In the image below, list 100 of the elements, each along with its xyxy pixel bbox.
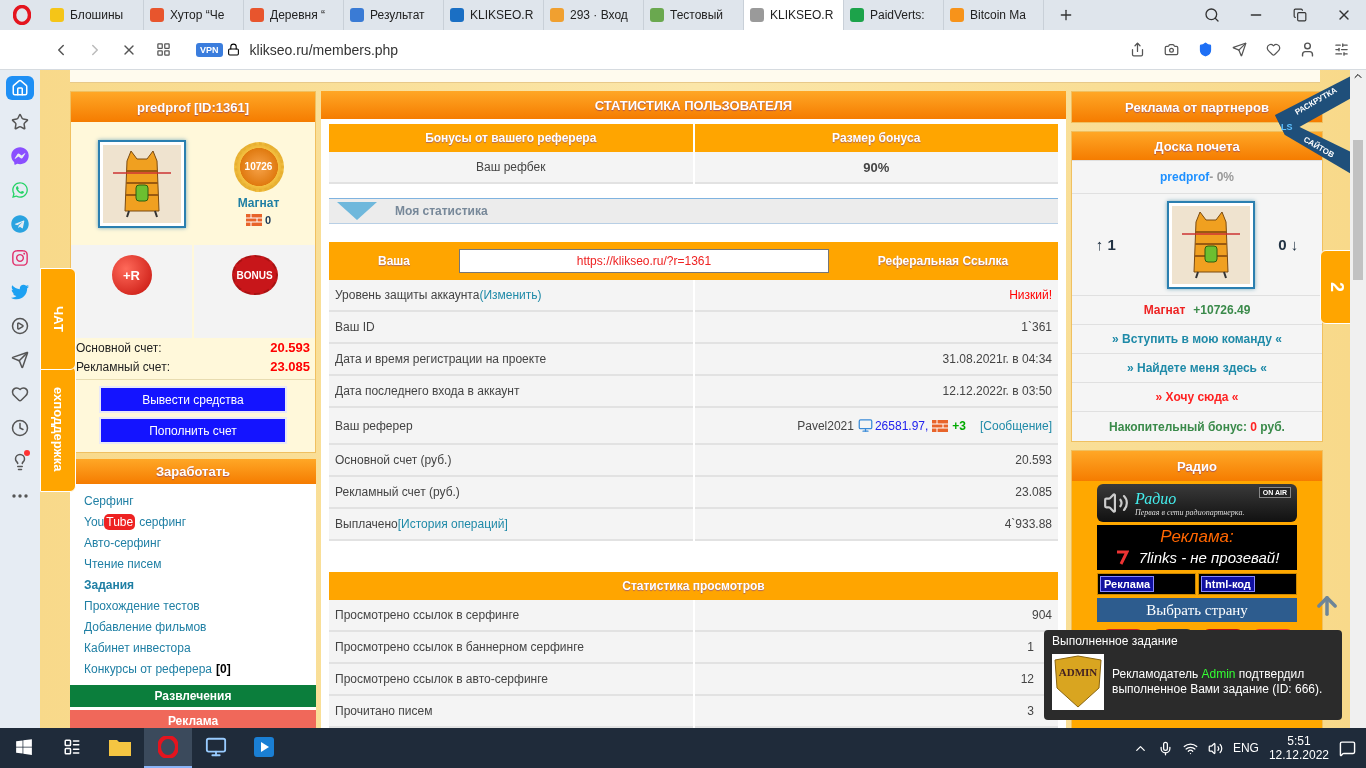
honor-score: +10726.49 xyxy=(1193,303,1251,317)
rating-medal: 10726 xyxy=(233,141,284,192)
menu-link[interactable]: Серфинг xyxy=(84,490,316,511)
clock[interactable]: 5:51 12.12.2022 xyxy=(1268,734,1329,762)
share-icon[interactable] xyxy=(1129,42,1145,57)
speaker-icon xyxy=(1103,490,1129,516)
row-label: Рекламный счет (руб.) xyxy=(329,477,693,509)
star-icon xyxy=(11,113,29,131)
text-link[interactable]: [История операций] xyxy=(397,517,508,531)
honor-link[interactable]: » Хочу сюда « xyxy=(1155,390,1239,404)
clock-icon xyxy=(11,419,29,437)
row-label: Просмотрено ссылок в баннерном серфинге xyxy=(329,632,693,664)
plus-icon[interactable] xyxy=(1058,7,1074,23)
ad-button[interactable]: Реклама xyxy=(1097,573,1196,595)
section-title: Моя статистика xyxy=(395,204,488,218)
send-icon[interactable] xyxy=(1231,42,1247,57)
row-label: Ваш ID xyxy=(329,312,693,344)
column-header: Размер бонуса xyxy=(694,124,1058,152)
settings-icon[interactable] xyxy=(1333,42,1349,57)
referral-link-field[interactable]: https://klikseo.ru/?r=1361 xyxy=(459,249,829,273)
table-cell: 31.08.2021г. в 04:34 xyxy=(694,344,1058,376)
microphone-icon[interactable] xyxy=(1157,740,1173,756)
table-cell: 4`933.88 xyxy=(694,509,1058,541)
table-cell: 23.085 xyxy=(694,477,1058,509)
table-cell: 1`361 xyxy=(694,312,1058,344)
radio-header: Радио xyxy=(1072,451,1322,481)
monitor-icon[interactable] xyxy=(205,736,227,758)
votes-up: ↑ 1 xyxy=(1094,235,1117,255)
windows-icon[interactable] xyxy=(15,738,33,756)
ad-text: 7links - не прозевай! xyxy=(1138,549,1280,566)
account-label: Основной счет: xyxy=(76,340,162,355)
wifi-icon[interactable] xyxy=(1182,740,1198,756)
bonus-text: Накопительный бонус: 0 руб. xyxy=(1109,419,1285,434)
action-button[interactable]: Пополнить счет xyxy=(99,417,287,444)
row-label: Выплачено[История операций] xyxy=(329,509,693,541)
menu-link[interactable]: Кабинет инвестора xyxy=(84,637,316,658)
camera-icon[interactable] xyxy=(1163,42,1179,57)
text-link[interactable]: (Изменить) xyxy=(479,288,542,302)
status-label: Магнат xyxy=(237,195,280,210)
menu-section-bar[interactable]: Развлечения xyxy=(70,685,316,707)
votes-down: 0 ↓ xyxy=(1277,235,1300,255)
logo-icon xyxy=(1114,549,1129,566)
heart-icon xyxy=(11,385,29,403)
row-label: Дата последнего входа в аккаунт xyxy=(329,376,693,408)
menu-link[interactable]: You Tube серфинг xyxy=(84,511,316,532)
row-label: Просмотрено ссылок в серфинге xyxy=(329,600,693,632)
ad-title: Реклама: xyxy=(1160,527,1234,547)
row-label: Ваш реферер xyxy=(329,408,693,445)
bricks-icon xyxy=(932,419,949,432)
menu-link[interactable]: Прохождение тестов xyxy=(84,595,316,616)
section-header: Статистика просмотров xyxy=(329,572,1058,600)
bonus-seal-button[interactable]: BONUS xyxy=(231,255,278,295)
more-icon xyxy=(12,494,28,498)
sidebar-button[interactable] xyxy=(6,76,34,100)
vpn-badge[interactable]: VPN xyxy=(196,42,223,57)
scrollbar-thumb[interactable] xyxy=(1353,140,1363,280)
row-label: Основной счет (руб.) xyxy=(329,445,693,477)
referral-apple-button[interactable]: +R xyxy=(111,255,152,295)
table-cell: 904 xyxy=(694,600,1058,632)
opera-logo[interactable] xyxy=(13,5,31,25)
restore-icon[interactable] xyxy=(1293,8,1307,22)
radio-subtitle: Первая в сети радиопартнерка. xyxy=(1135,507,1245,517)
referrer-amount: 26581.97, xyxy=(874,418,929,433)
action-button[interactable]: Вывести средства xyxy=(99,386,287,413)
menu-link[interactable]: Конкурсы от реферера [0] xyxy=(84,658,316,679)
address-field[interactable]: klikseo.ru/members.php xyxy=(249,41,1118,58)
menu-link[interactable]: Авто-серфинг xyxy=(84,532,316,553)
grid-icon[interactable] xyxy=(155,42,171,57)
country-button[interactable]: Выбрать страну xyxy=(1097,598,1297,622)
media-player-icon[interactable] xyxy=(254,737,274,757)
folder-icon[interactable] xyxy=(109,738,131,756)
search-icon[interactable] xyxy=(1204,7,1220,23)
table-cell: 3 xyxy=(694,696,1058,728)
row-label: Дата и время регистрации на проекте xyxy=(329,344,693,376)
referral-label: Реферальная Ссылка xyxy=(876,254,1010,268)
menu-section-bar[interactable]: Реклама xyxy=(70,710,316,728)
ad-button[interactable]: html-код xyxy=(1198,573,1297,595)
stats-header: СТАТИСТИКА ПОЛЬЗОВАТЕЛЯ xyxy=(321,91,1066,119)
language-indicator[interactable]: ENG xyxy=(1232,741,1259,755)
table-cell: 12.12.2022г. в 03:50 xyxy=(694,376,1058,408)
menu-link[interactable]: Чтение писем xyxy=(84,553,316,574)
lock-icon xyxy=(226,43,240,56)
heart-icon[interactable] xyxy=(1265,42,1281,57)
bricks-count: 0 xyxy=(264,213,272,226)
user-link[interactable]: predprof xyxy=(1160,170,1210,184)
table-cell: Ваш рефбек xyxy=(329,152,693,184)
menu-link[interactable]: Добавление фильмов xyxy=(84,616,316,637)
row-label: Просмотрено ссылок в авто-серфинге xyxy=(329,664,693,696)
account-label: Рекламный счет: xyxy=(76,359,170,374)
browser-tab[interactable]: KLIKSEO.R xyxy=(744,0,844,30)
messenger-icon xyxy=(11,147,29,165)
shield-icon[interactable] xyxy=(1197,42,1213,57)
message-link[interactable]: [Сообщение] xyxy=(980,418,1052,433)
volume-icon[interactable] xyxy=(1207,740,1223,756)
radio-title: Радио xyxy=(1135,489,1178,508)
menu-link[interactable]: Задания xyxy=(84,574,316,595)
notifications-icon[interactable] xyxy=(1339,739,1356,757)
row-label: Уровень защиты аккаунта(Изменить) xyxy=(329,280,693,312)
task-view-icon[interactable] xyxy=(63,738,81,756)
twitter-icon xyxy=(11,283,29,301)
